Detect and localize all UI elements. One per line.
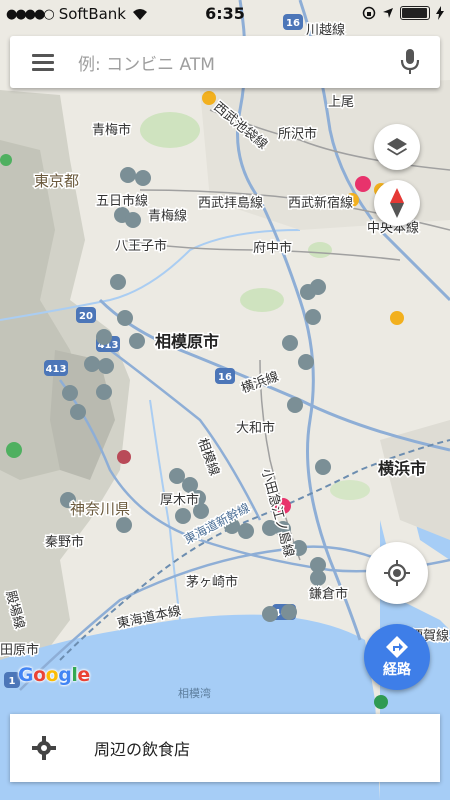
map-label: 西武新宿線 (288, 195, 353, 211)
map-label: 府中市 (253, 240, 292, 256)
map-label: 大和市 (236, 420, 275, 436)
my-location-button[interactable] (366, 542, 428, 604)
map-label: 所沢市 (278, 126, 317, 142)
map-label: 秦野市 (45, 534, 84, 550)
gear-icon (32, 736, 56, 760)
nearby-restaurants-label: 周辺の飲食店 (94, 740, 191, 759)
search-input[interactable]: 例: コンビニ ATM (78, 50, 398, 75)
map-label: 神奈川県 (70, 500, 130, 518)
route-1-shield-label: 1 (9, 676, 16, 687)
map-label: 八王子市 (115, 238, 167, 254)
directions-label: 経路 (383, 662, 411, 678)
map-label: 相模原市 (155, 332, 219, 351)
route-413-shield-label: 413 (46, 364, 67, 375)
map-label: 東京都 (34, 172, 79, 190)
microphone-icon[interactable] (398, 47, 422, 77)
map-label: 横浜市 (378, 459, 426, 478)
directions-button[interactable]: 経路 (364, 624, 430, 690)
map-label: 田原市 (0, 642, 39, 658)
route-20-shield-label: 20 (79, 311, 93, 322)
compass-button[interactable] (374, 180, 420, 226)
map-label: 厚木市 (160, 492, 199, 508)
rotation-lock-icon (362, 6, 376, 20)
battery-icon (400, 6, 430, 20)
location-arrow-icon (383, 8, 393, 18)
layers-icon (387, 138, 407, 156)
map-label: 青梅市 (92, 122, 131, 138)
layers-button[interactable] (374, 124, 420, 170)
status-bar: ●●●●○ SoftBank 6:35 (0, 0, 450, 28)
hamburger-menu-icon[interactable] (32, 54, 54, 71)
map-label: 五日市線 (96, 193, 148, 209)
status-right (362, 6, 444, 20)
map-label: 茅ヶ崎市 (186, 574, 238, 590)
route-16-shield-label: 16 (218, 372, 232, 383)
charging-icon (436, 6, 444, 20)
nearby-restaurants-card[interactable]: 周辺の飲食店 (10, 714, 440, 782)
compass-icon (390, 188, 404, 218)
crosshair-icon (384, 560, 410, 586)
map-label: 西武拝島線 (198, 195, 263, 211)
search-bar[interactable]: 例: コンビニ ATM (10, 36, 440, 88)
directions-icon (386, 636, 408, 658)
map-label: 上尾 (328, 95, 354, 110)
google-logo: Google (18, 664, 90, 686)
map-label: 鎌倉市 (309, 586, 348, 602)
map-label: 相模湾 (178, 686, 211, 700)
map-label: 青梅線 (148, 208, 187, 224)
